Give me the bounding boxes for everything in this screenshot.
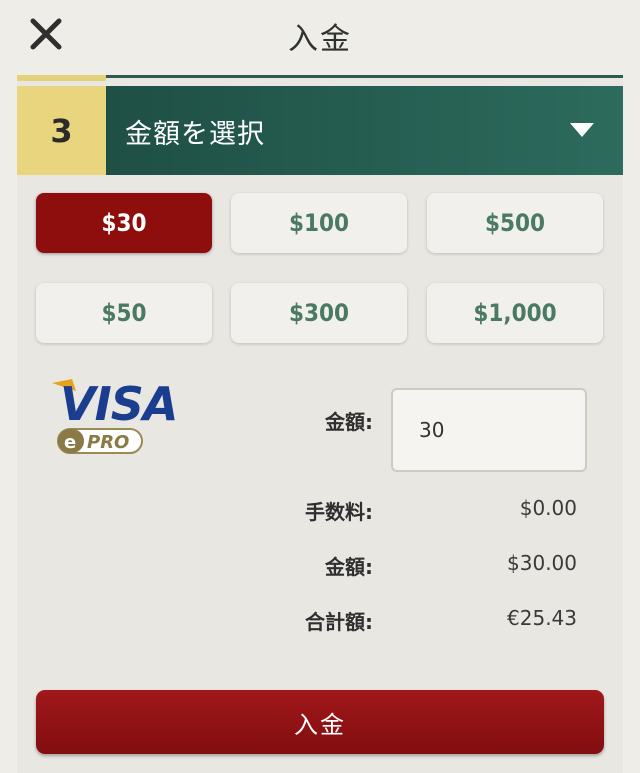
amount-input-label: 金額: [325,410,373,434]
deposit-button[interactable]: 入金 [36,690,604,754]
amount-button-1000[interactable]: $1,000 [427,283,603,343]
total-value: €25.43 [507,606,577,630]
amount-button-300[interactable]: $300 [231,283,407,343]
svg-text:VISA: VISA [60,377,177,431]
amount-button-30[interactable]: $30 [36,193,212,253]
deposit-page: 入金 3 金額を選択 $30 $100 $500 $50 $300 $1,000… [0,0,640,773]
deposit-panel: 3 金額を選択 $30 $100 $500 $50 $300 $1,000 VI… [17,75,623,773]
chevron-down-icon[interactable] [569,122,595,138]
total-label: 合計額: [305,610,373,634]
fee-label: 手数料: [305,500,373,524]
header: 入金 [0,0,640,70]
amount-label: 金額: [325,555,373,579]
step-select-amount[interactable]: 3 金額を選択 [17,86,623,175]
amount-input[interactable] [391,388,587,472]
amount-button-50[interactable]: $50 [36,283,212,343]
amount-button-500[interactable]: $500 [427,193,603,253]
svg-text:e: e [64,432,76,453]
fee-value: $0.00 [519,496,577,520]
page-title: 入金 [288,22,352,57]
step-header: 金額を選択 [106,86,623,175]
step-number: 3 [17,86,106,175]
step-progress [17,75,623,81]
amount-button-100[interactable]: $100 [231,193,407,253]
progress-rest [106,75,623,78]
progress-done [17,75,106,81]
step-label: 金額を選択 [125,119,265,150]
amount-value: $30.00 [507,551,577,575]
svg-text:PRO: PRO [87,432,129,453]
visa-epro-logo: VISA e PRO [52,377,178,454]
